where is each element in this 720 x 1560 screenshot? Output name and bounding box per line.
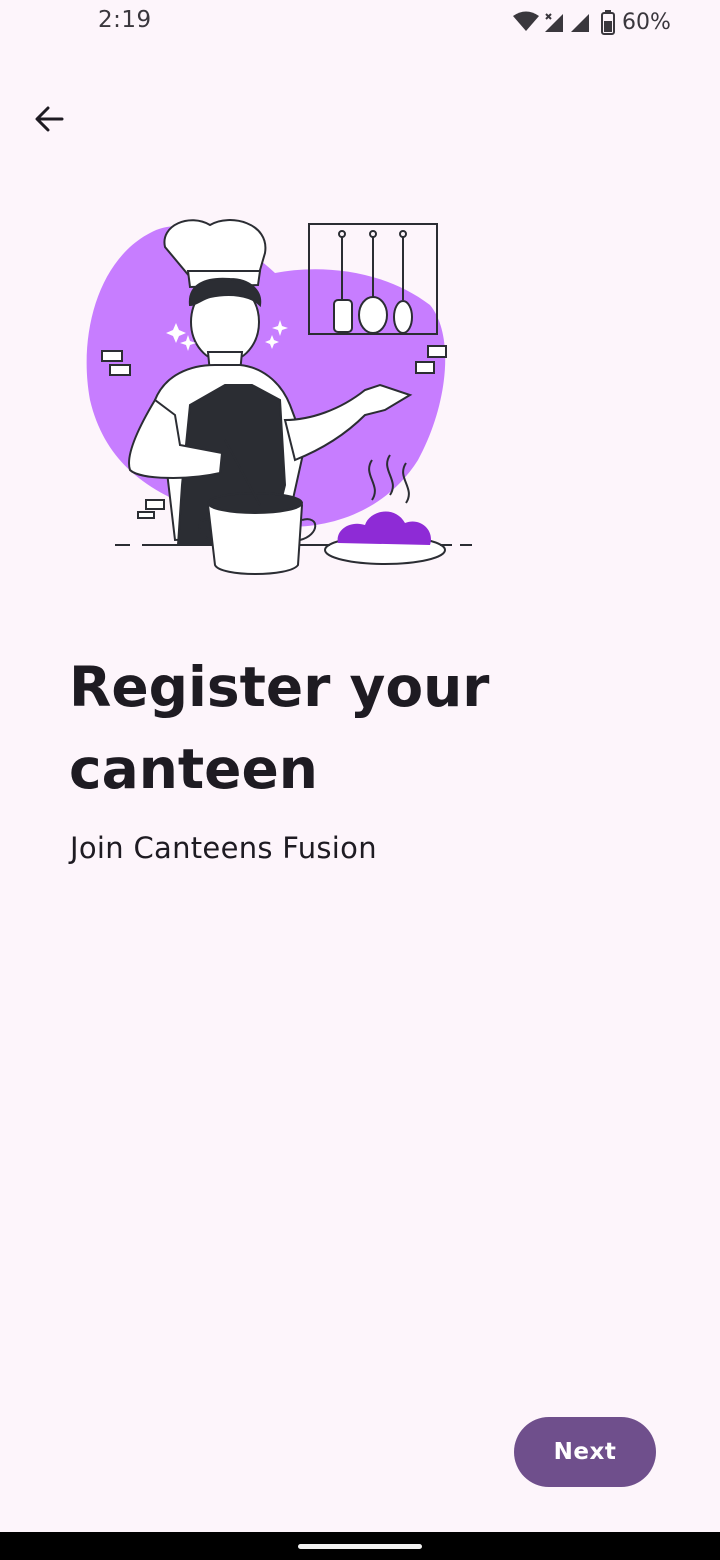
status-icons: 60% (512, 6, 671, 38)
battery-icon (601, 10, 615, 35)
battery-percent: 60% (622, 9, 671, 35)
signal-icon (545, 13, 563, 32)
signal-icon (571, 14, 589, 32)
page-subtitle: Join Canteens Fusion (70, 831, 377, 865)
status-time: 2:19 (98, 7, 152, 33)
home-indicator[interactable] (298, 1544, 422, 1549)
system-nav-bar (0, 1532, 720, 1560)
status-bar: 2:19 60% (0, 0, 720, 44)
wifi-icon (513, 11, 539, 31)
chef-illustration (86, 219, 472, 575)
arrow-left-icon (35, 106, 64, 132)
next-button[interactable]: Next (514, 1417, 656, 1487)
back-button[interactable] (24, 96, 74, 142)
page-title: Register your canteen (69, 655, 490, 801)
